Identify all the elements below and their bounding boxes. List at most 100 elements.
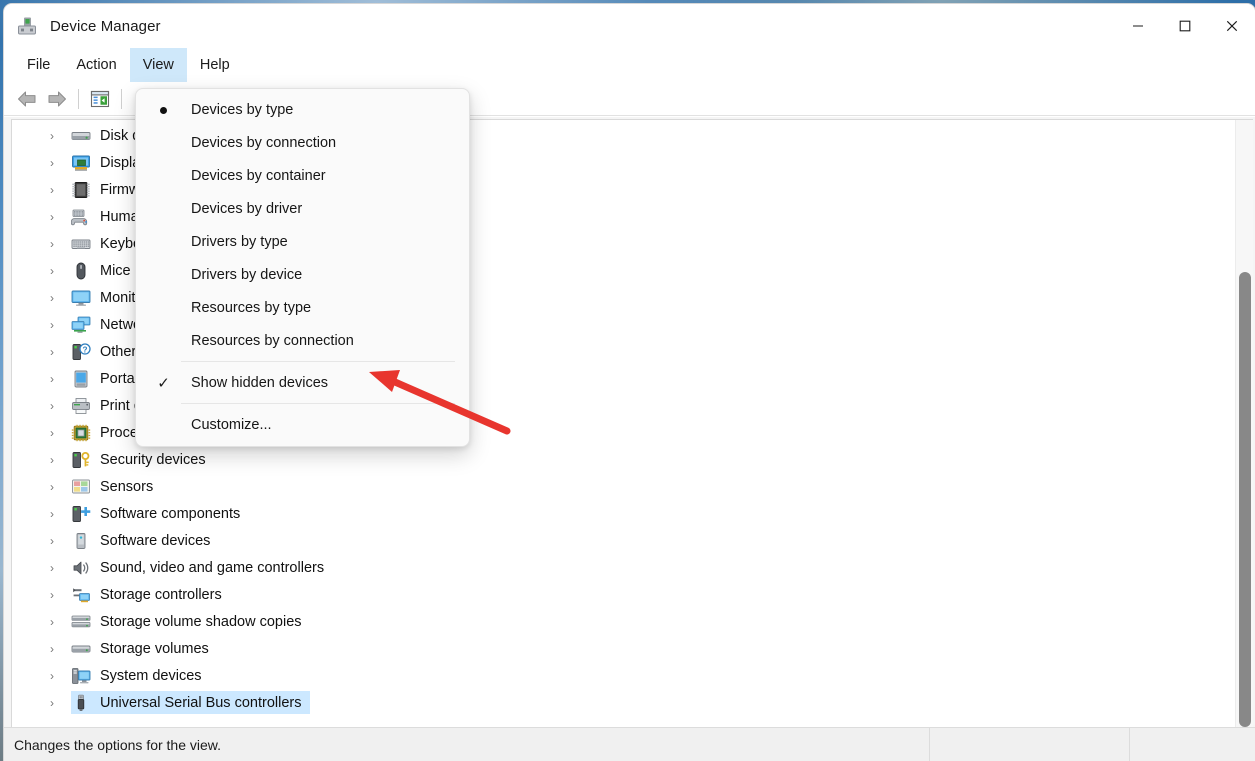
tree-row-label: Security devices	[100, 451, 206, 468]
chevron-right-icon[interactable]: ›	[50, 129, 62, 143]
tree-row-content[interactable]: Universal Serial Bus controllers	[71, 691, 311, 714]
tree-row[interactable]: › Universal Serial Bus controllers	[12, 689, 1234, 716]
tree-row[interactable]: › Storage controllers	[12, 581, 1234, 608]
chevron-right-icon[interactable]: ›	[50, 642, 62, 656]
tree-row-label: Software components	[100, 505, 241, 522]
menu-action[interactable]: Action	[63, 48, 129, 82]
menu-option-label: Devices by container	[191, 167, 326, 184]
menu-option[interactable]: Devices by driver	[136, 192, 469, 225]
status-message: Changes the options for the view.	[14, 736, 222, 753]
tree-row-content[interactable]: Storage volume shadow copies	[71, 610, 311, 633]
menu-option[interactable]: Resources by connection	[136, 324, 469, 357]
tree-row-label: Sensors	[100, 478, 154, 495]
tree-row-label: Universal Serial Bus controllers	[100, 694, 302, 711]
view-dropdown-menu: Devices by type Devices by connection Devi…	[135, 88, 470, 447]
menu-option[interactable]: Devices by type	[136, 93, 469, 126]
tree-row-content[interactable]: Storage volumes	[71, 637, 218, 660]
chevron-right-icon[interactable]: ›	[50, 345, 62, 359]
printer-icon	[71, 397, 91, 415]
device-manager-icon	[16, 15, 38, 37]
tree-row[interactable]: › Software components	[12, 500, 1234, 527]
title-bar: Device Manager	[4, 4, 1255, 48]
tree-row-label: System devices	[100, 667, 202, 684]
storage-controller-icon	[71, 586, 91, 604]
forward-button[interactable]	[42, 86, 72, 112]
minimize-icon	[1132, 25, 1143, 27]
menu-option[interactable]: Drivers by type	[136, 225, 469, 258]
tree-row[interactable]: › Storage volume shadow copies	[12, 608, 1234, 635]
window-controls	[1114, 4, 1255, 48]
menu-option-label: Resources by connection	[191, 332, 354, 349]
tree-row-label: Sound, video and game controllers	[100, 559, 325, 576]
scrollbar-thumb[interactable]	[1239, 272, 1251, 727]
tree-row-content[interactable]: Sound, video and game controllers	[71, 556, 333, 579]
radio-bullet-icon	[136, 102, 191, 117]
menu-option[interactable]: Devices by connection	[136, 126, 469, 159]
chevron-right-icon[interactable]: ›	[50, 318, 62, 332]
chevron-right-icon[interactable]: ›	[50, 696, 62, 710]
tree-row[interactable]: › Sound, video and game controllers	[12, 554, 1234, 581]
network-adapter-icon	[71, 316, 91, 334]
menu-option-label: Show hidden devices	[191, 374, 329, 391]
tree-row[interactable]: › System devices	[12, 662, 1234, 689]
back-button[interactable]	[12, 86, 42, 112]
menu-view[interactable]: View	[129, 48, 187, 82]
minimize-button[interactable]	[1114, 4, 1161, 48]
menu-option[interactable]: Customize...	[136, 408, 469, 441]
menu-bar: File Action View Help	[4, 48, 1255, 82]
tree-row-content[interactable]: Sensors	[71, 475, 162, 498]
back-arrow-icon	[18, 91, 36, 106]
tree-row-content[interactable]: Software devices	[71, 529, 219, 552]
chevron-right-icon[interactable]: ›	[50, 372, 62, 386]
display-adapter-icon	[71, 154, 91, 172]
chevron-right-icon[interactable]: ›	[50, 615, 62, 629]
tree-row-label: Storage volumes	[100, 640, 209, 657]
chevron-right-icon[interactable]: ›	[50, 156, 62, 170]
menu-help[interactable]: Help	[187, 48, 243, 82]
menu-option[interactable]: ✓ Show hidden devices	[136, 366, 469, 399]
chevron-right-icon[interactable]: ›	[50, 183, 62, 197]
chevron-right-icon[interactable]: ›	[50, 237, 62, 251]
forward-arrow-icon	[48, 91, 66, 106]
close-button[interactable]	[1208, 4, 1255, 48]
menu-option[interactable]: Resources by type	[136, 291, 469, 324]
sensor-icon	[71, 478, 91, 496]
status-pane-2	[929, 727, 1129, 761]
chevron-right-icon[interactable]: ›	[50, 453, 62, 467]
checkmark-icon: ✓	[157, 374, 170, 392]
vertical-scrollbar[interactable]	[1235, 120, 1253, 731]
tree-row-content[interactable]: Software components	[71, 502, 249, 525]
chevron-right-icon[interactable]: ›	[50, 561, 62, 575]
tree-row[interactable]: › Storage volumes	[12, 635, 1234, 662]
tree-row[interactable]: › Security devices	[12, 446, 1234, 473]
menu-separator	[181, 403, 455, 404]
tree-row-content[interactable]: Security devices	[71, 448, 215, 471]
chevron-right-icon[interactable]: ›	[50, 291, 62, 305]
hid-icon	[70, 208, 91, 226]
tree-row-content[interactable]: System devices	[71, 664, 211, 687]
chevron-right-icon[interactable]: ›	[50, 534, 62, 548]
chevron-right-icon[interactable]: ›	[50, 480, 62, 494]
tree-row[interactable]: › Software devices	[12, 527, 1234, 554]
tree-row-content[interactable]: Storage controllers	[71, 583, 231, 606]
chevron-right-icon[interactable]: ›	[50, 669, 62, 683]
properties-button[interactable]	[85, 86, 115, 112]
chevron-right-icon[interactable]: ›	[50, 588, 62, 602]
security-device-icon	[71, 451, 91, 469]
keyboard-icon	[71, 235, 91, 253]
maximize-button[interactable]	[1161, 4, 1208, 48]
chevron-right-icon[interactable]: ›	[50, 507, 62, 521]
svg-text:?: ?	[82, 345, 87, 354]
menu-file[interactable]: File	[14, 48, 63, 82]
chevron-right-icon[interactable]: ›	[50, 426, 62, 440]
menu-option-label: Devices by type	[191, 101, 294, 118]
menu-option[interactable]: Drivers by device	[136, 258, 469, 291]
menu-option[interactable]: Devices by container	[136, 159, 469, 192]
firmware-chip-icon	[71, 181, 91, 199]
system-device-icon	[71, 667, 91, 685]
toolbar-separator-2	[121, 88, 122, 109]
chevron-right-icon[interactable]: ›	[50, 210, 62, 224]
chevron-right-icon[interactable]: ›	[50, 399, 62, 413]
tree-row[interactable]: › Sensors	[12, 473, 1234, 500]
chevron-right-icon[interactable]: ›	[50, 264, 62, 278]
